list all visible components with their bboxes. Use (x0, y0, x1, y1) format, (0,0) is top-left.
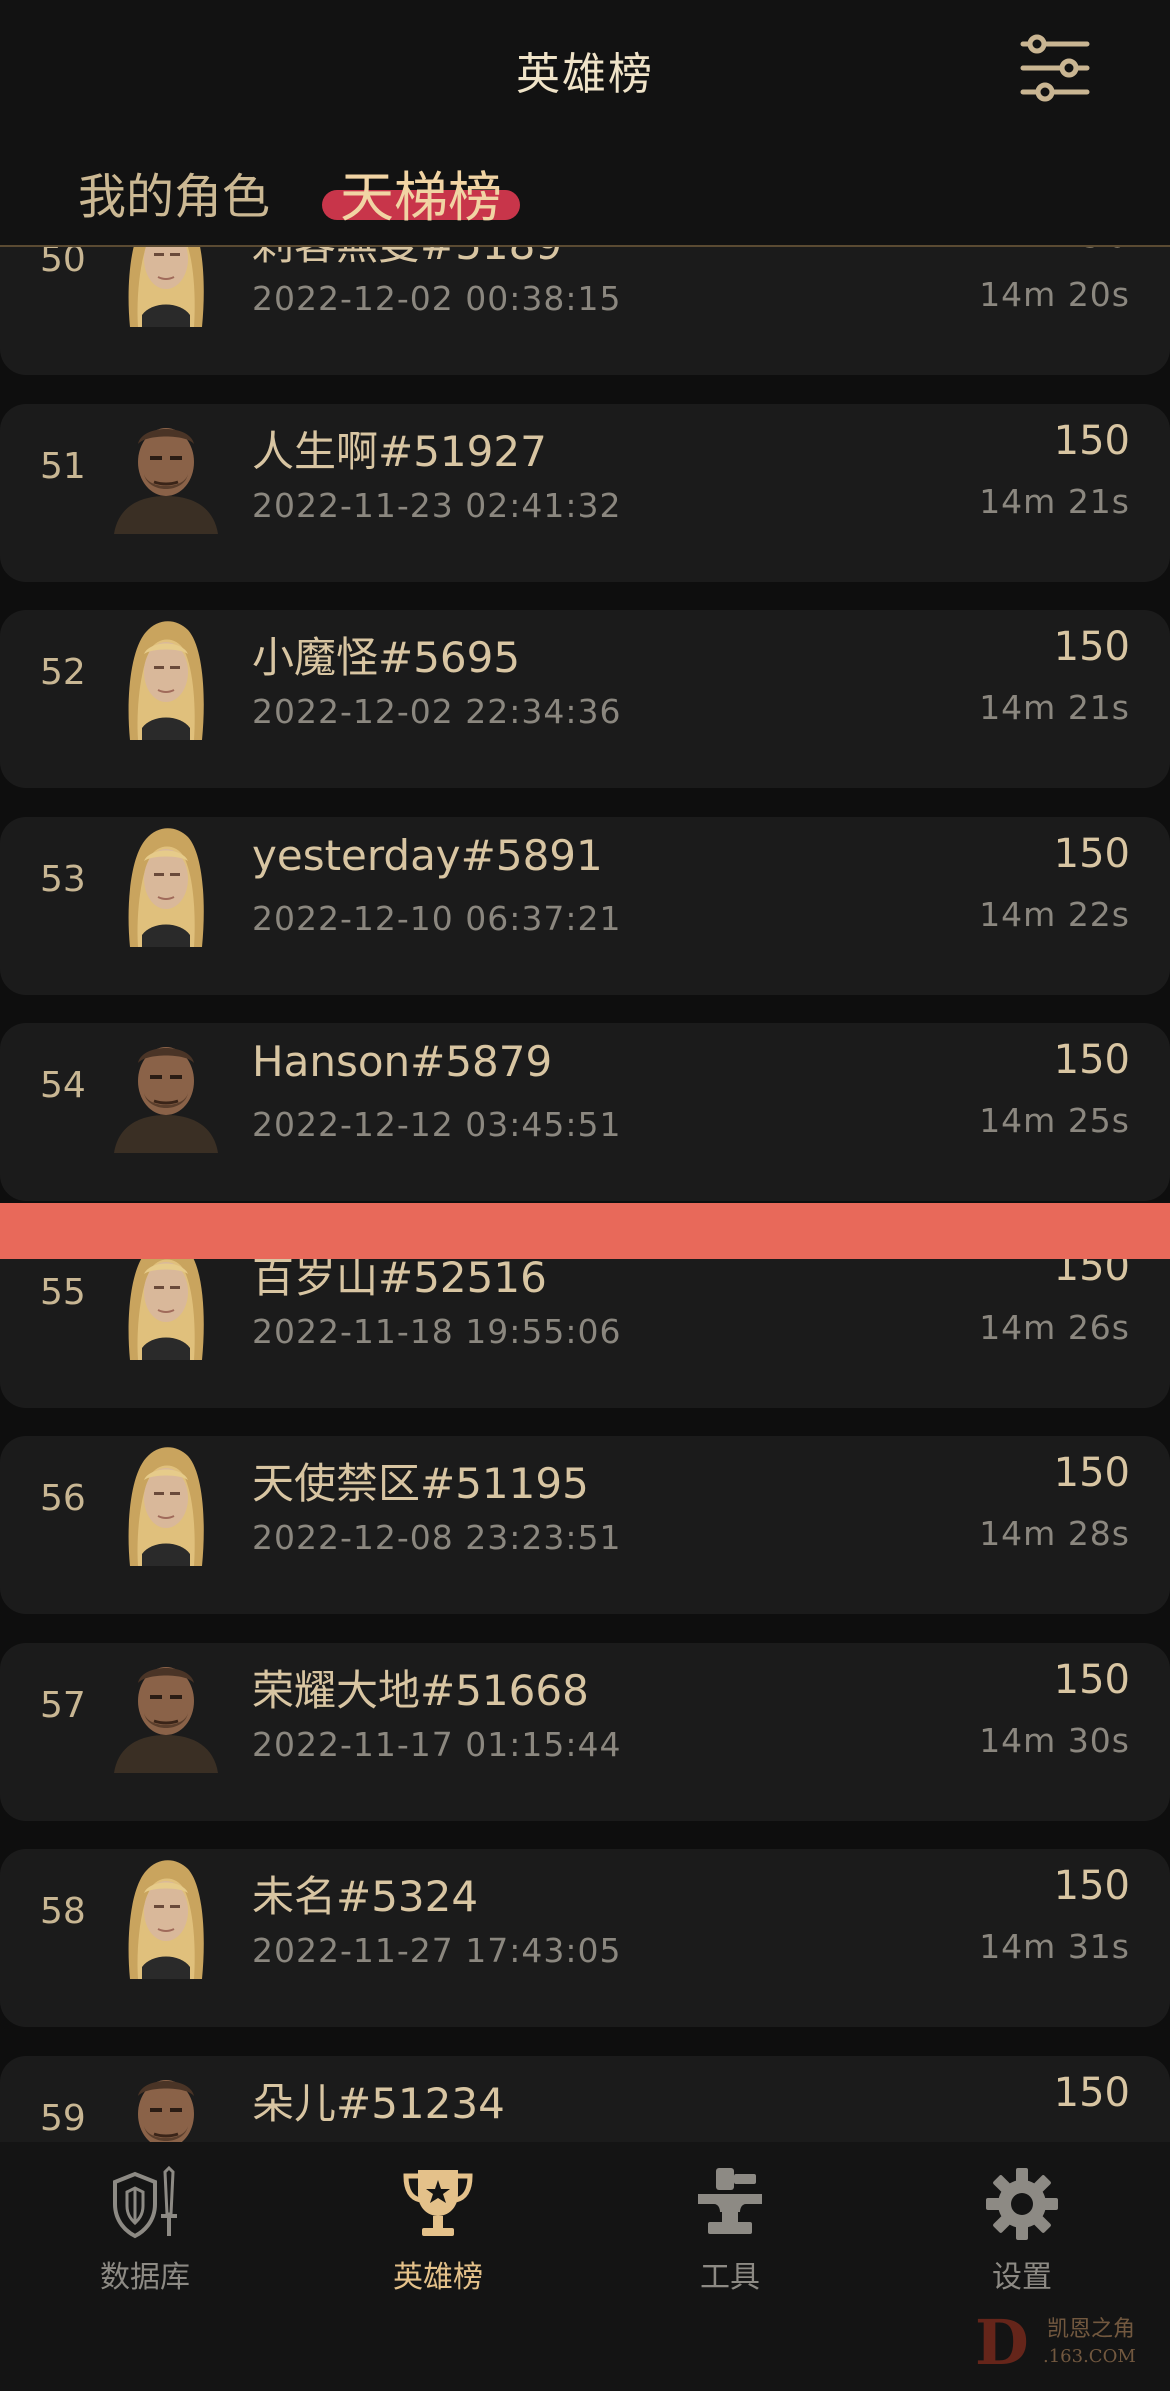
watermark-sub: .163.COM (1043, 2346, 1136, 2367)
player-name: 天使禁区#51195 (252, 1459, 589, 1508)
row-score: 150 (1053, 1656, 1130, 1703)
nav-item-tools[interactable]: 工具 (630, 2164, 830, 2296)
row-date: 2022-12-08 23:23:51 (252, 1518, 622, 1557)
row-score: 150 (1053, 1037, 1130, 1083)
row-rank: 51 (40, 445, 86, 487)
page-title: 英雄榜 (516, 49, 654, 100)
highlight-overlay-bar (0, 1203, 1170, 1259)
row-rank: 57 (40, 1684, 86, 1726)
gear-icon (986, 2168, 1058, 2240)
avatar-male-icon (114, 427, 218, 534)
row-time: 14m 21s (979, 688, 1130, 727)
leaderboard-row[interactable]: 56 天使禁区#51195 2022-12-08 23:23:51 150 14… (0, 1436, 1170, 1614)
row-rank: 55 (40, 1271, 86, 1313)
nav-item-leaderboard[interactable]: 英雄榜 (338, 2164, 538, 2296)
avatar-female-icon (128, 1860, 204, 1979)
ladder-list[interactable]: 50 刺客無雙#5189 2022-12-02 00:38:15 150 14m… (0, 247, 1170, 2142)
leaderboard-row[interactable]: 57 荣耀大地#51668 2022-11-17 01:15:44 150 14… (0, 1642, 1170, 1821)
nav-label-settings: 设置 (992, 2260, 1052, 2295)
player-name: 未名#5324 (252, 1872, 479, 1921)
avatar (108, 817, 224, 947)
top-bar: 英雄榜 (0, 0, 1170, 135)
avatar-female-icon (128, 1447, 204, 1566)
row-rank: 53 (40, 858, 86, 900)
leaderboard-row[interactable]: 54 Hanson#5879 2022-12-12 03:45:51 150 1… (0, 1023, 1170, 1201)
avatar (108, 610, 224, 740)
row-score: 150 (1053, 417, 1130, 464)
nav-label-leaderboard: 英雄榜 (393, 2260, 483, 2295)
nav-item-settings[interactable]: 设置 (922, 2164, 1122, 2296)
nav-item-database[interactable]: 数据库 (45, 2164, 245, 2296)
leaderboard-row[interactable]: 51 人生啊#51927 2022-11-23 02:41:32 150 14m… (0, 403, 1170, 582)
avatar (108, 247, 224, 327)
row-date: 2022-12-02 00:38:15 (252, 279, 622, 318)
row-rank: 54 (40, 1065, 86, 1106)
avatar-female-icon (128, 247, 204, 327)
avatar-male-icon (114, 1666, 218, 1773)
row-time: 14m 26s (979, 1307, 1130, 1347)
row-time: 14m 21s (979, 481, 1130, 521)
leaderboard-row[interactable]: 53 yesterday#5891 2022-12-10 06:37:21 15… (0, 816, 1170, 995)
watermark-logo: D 凯恩之角 .163.COM (975, 2300, 1155, 2380)
row-date: 2022-11-23 02:41:32 (252, 485, 622, 525)
row-date: 2022-11-27 17:43:05 (252, 1931, 622, 1970)
row-score: 150 (1053, 2069, 1130, 2116)
nav-label-database: 数据库 (100, 2260, 190, 2295)
player-name: 荣耀大地#51668 (252, 1665, 589, 1715)
leaderboard-row[interactable]: 52 小魔怪#5695 2022-12-02 22:34:36 150 14m … (0, 610, 1170, 788)
row-rank: 58 (40, 1891, 86, 1932)
row-date: 2022-11-17 01:15:44 (252, 1724, 622, 1764)
row-rank: 52 (40, 652, 86, 693)
shield-sword-icon (113, 2165, 177, 2239)
row-score: 150 (1053, 624, 1130, 670)
leaderboard-row[interactable]: 58 未名#5324 2022-11-27 17:43:05 150 14m 3… (0, 1849, 1170, 2027)
row-time: 14m 20s (979, 275, 1130, 314)
anvil-icon (698, 2168, 762, 2234)
row-date: 2022-12-02 22:34:36 (252, 692, 622, 731)
row-rank: 59 (40, 2097, 86, 2139)
tab-my-characters[interactable]: 我的角色 (78, 157, 270, 227)
sliders-icon (1020, 34, 1090, 102)
svg-text:D: D (975, 2306, 1029, 2379)
tab-ladder[interactable]: 天梯榜 (340, 153, 502, 232)
player-name: Hanson#5879 (252, 1037, 553, 1086)
avatar (108, 1643, 224, 1773)
avatar (108, 404, 224, 534)
player-name: yesterday#5891 (252, 830, 603, 880)
player-name: 小魔怪#5695 (252, 633, 521, 682)
row-score: 150 (1053, 1450, 1130, 1496)
row-time: 14m 22s (979, 894, 1130, 934)
row-score: 150 (1053, 1863, 1130, 1909)
row-rank: 50 (40, 247, 86, 280)
watermark-text: 凯恩之角 (1047, 2317, 1135, 2342)
row-rank: 56 (40, 1478, 86, 1519)
row-score: 150 (1054, 247, 1130, 257)
avatar-female-icon (128, 827, 204, 947)
avatar (108, 1023, 224, 1153)
row-time: 14m 25s (979, 1101, 1130, 1140)
tab-bar: 我的角色 天梯榜 (0, 135, 1170, 247)
row-time: 14m 31s (979, 1927, 1130, 1966)
avatar (108, 1849, 224, 1979)
row-date: 2022-11-18 19:55:06 (252, 1311, 622, 1351)
row-time: 14m 28s (979, 1514, 1130, 1553)
avatar (108, 1436, 224, 1566)
avatar-male-icon (114, 1047, 218, 1153)
avatar (108, 2056, 224, 2142)
player-name: 朵儿#51234 (252, 2078, 505, 2128)
nav-label-tools: 工具 (700, 2260, 760, 2295)
trophy-icon (403, 2170, 473, 2236)
leaderboard-row[interactable]: 59 朵儿#51234 150 (0, 2055, 1170, 2142)
row-score: 150 (1053, 830, 1130, 877)
row-time: 14m 30s (979, 1720, 1130, 1760)
leaderboard-row[interactable]: 50 刺客無雙#5189 2022-12-02 00:38:15 150 14m… (0, 247, 1170, 375)
row-date: 2022-12-12 03:45:51 (252, 1105, 622, 1144)
avatar-male-icon (138, 2079, 194, 2142)
avatar-female-icon (128, 621, 204, 740)
player-name: 刺客無雙#5189 (252, 247, 562, 272)
filter-settings-button[interactable] (1015, 30, 1095, 110)
row-date: 2022-12-10 06:37:21 (252, 898, 622, 938)
player-name: 人生啊#51927 (252, 426, 547, 476)
